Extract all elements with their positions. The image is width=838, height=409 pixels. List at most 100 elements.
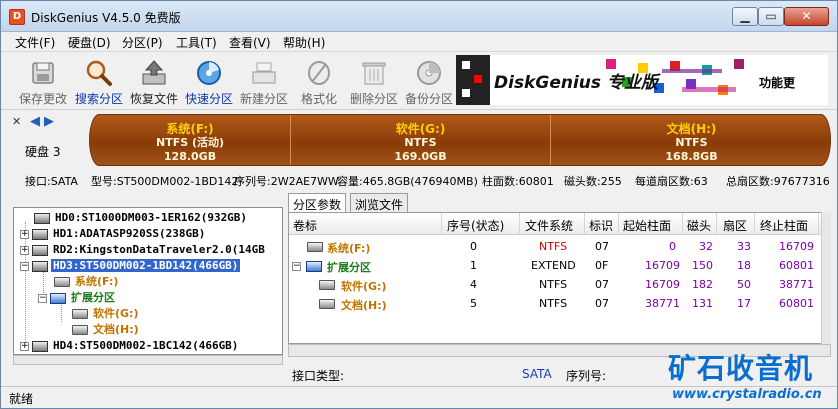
disk-total-sectors: 总扇区数:97677316 bbox=[726, 175, 830, 188]
row-fs: NTFS bbox=[539, 297, 568, 310]
segment-name: 软件(G:) bbox=[395, 122, 446, 136]
watermark-url: www.crystalradio.cn bbox=[672, 387, 822, 402]
hard-disk-icon bbox=[32, 340, 48, 352]
tree-partition-software[interactable]: 软件(G:) bbox=[72, 306, 140, 322]
row-fs: NTFS bbox=[539, 278, 568, 291]
row-sector: 33 bbox=[737, 240, 751, 253]
recover-files-button[interactable]: 恢复文件 bbox=[126, 55, 182, 107]
tab-partition-params[interactable]: 分区参数 bbox=[288, 193, 347, 213]
col-divider bbox=[618, 213, 619, 235]
partition-bar: 系统(F:) NTFS (活动) 128.0GB 软件(G:) NTFS 169… bbox=[89, 114, 831, 166]
row-id: 07 bbox=[595, 278, 609, 291]
tree-disk-rd2[interactable]: + RD2:KingstonDataTraveler2.0(14GB bbox=[20, 242, 267, 258]
segment-size: 169.0GB bbox=[394, 150, 447, 163]
partition-table: 卷标 序号(状态) 文件系统 标识 起始柱面 磁头 扇区 终止柱面 磁 系统(F… bbox=[288, 212, 831, 344]
tree-partition-docs[interactable]: 文档(H:) bbox=[72, 322, 141, 338]
interface-type-value: SATA bbox=[522, 367, 552, 381]
expand-icon[interactable]: + bbox=[20, 245, 29, 255]
menu-tools[interactable]: 工具(T) bbox=[176, 34, 217, 51]
col-divider bbox=[818, 213, 819, 235]
col-end-cylinder[interactable]: 终止柱面 bbox=[760, 217, 808, 234]
close-panel-icon[interactable]: ✕ bbox=[12, 115, 21, 128]
expand-icon[interactable]: + bbox=[20, 341, 29, 351]
save-changes-label: 保存更改 bbox=[18, 92, 67, 106]
col-sector[interactable]: 扇区 bbox=[723, 217, 747, 234]
minimize-button[interactable]: ▁ bbox=[732, 7, 758, 26]
next-disk-icon[interactable]: ▶ bbox=[44, 114, 54, 129]
col-divider bbox=[441, 213, 442, 235]
tree-disk-hd0[interactable]: HD0:ST1000DM003-1ER162(932GB) bbox=[34, 210, 249, 226]
table-vertical-scrollbar[interactable] bbox=[821, 212, 831, 344]
col-volume-label[interactable]: 卷标 bbox=[293, 217, 317, 234]
search-partition-button[interactable]: 搜索分区 bbox=[71, 55, 127, 107]
row-end-cyl: 60801 bbox=[779, 259, 814, 272]
menu-partition[interactable]: 分区(P) bbox=[122, 34, 163, 51]
segment-fs: NTFS bbox=[404, 136, 437, 149]
partition-icon bbox=[319, 297, 338, 310]
partition-segment-software[interactable]: 软件(G:) NTFS 169.0GB bbox=[291, 115, 550, 165]
table-row[interactable]: 文档(H:) 5 NTFS 07 38771 131 17 60801 bbox=[289, 294, 830, 313]
delete-partition-button[interactable]: 删除分区 bbox=[346, 55, 402, 107]
row-fs: NTFS bbox=[539, 240, 568, 253]
prev-disk-icon[interactable]: ◀ bbox=[30, 114, 40, 129]
tree-disk-hd4[interactable]: + HD4:ST500DM002-1BC142(466GB) bbox=[20, 338, 240, 354]
partition-icon bbox=[54, 277, 70, 287]
tree-extended-partition[interactable]: − 扩展分区 bbox=[38, 290, 117, 306]
table-row[interactable]: 系统(F:) 0 NTFS 07 0 32 33 16709 bbox=[289, 237, 830, 256]
col-id[interactable]: 标识 bbox=[589, 217, 613, 234]
backup-partition-button[interactable]: 备份分区 bbox=[401, 55, 457, 107]
tree-disk-hd1[interactable]: + HD1:ADATASP920SS(238GB) bbox=[20, 226, 207, 242]
maximize-button[interactable]: ▭ bbox=[758, 7, 784, 26]
save-icon bbox=[32, 62, 54, 84]
disk-capacity: 容量:465.8GB(476940MB) bbox=[337, 175, 478, 188]
quick-partition-button[interactable]: 快速分区 bbox=[181, 55, 237, 107]
col-head[interactable]: 磁头 bbox=[687, 217, 711, 234]
menu-file[interactable]: 文件(F) bbox=[15, 34, 55, 51]
tree-disk-label: HD0:ST1000DM003-1ER162(932GB) bbox=[55, 211, 248, 224]
promo-banner[interactable]: DiskGenius 专业版 功能更 bbox=[456, 55, 828, 105]
table-header: 卷标 序号(状态) 文件系统 标识 起始柱面 磁头 扇区 终止柱面 磁 bbox=[289, 213, 830, 235]
col-index-status[interactable]: 序号(状态) bbox=[447, 217, 504, 234]
table-row[interactable]: − 扩展分区 1 EXTEND 0F 16709 150 18 60801 bbox=[289, 256, 830, 275]
recover-icon bbox=[142, 60, 166, 85]
window-title: DiskGenius V4.5.0 免费版 bbox=[31, 11, 181, 25]
tree-horizontal-scrollbar[interactable] bbox=[13, 355, 283, 365]
menu-view[interactable]: 查看(V) bbox=[229, 34, 271, 51]
table-row[interactable]: 软件(G:) 4 NTFS 07 16709 182 50 38771 bbox=[289, 275, 830, 294]
collapse-icon[interactable]: − bbox=[20, 261, 29, 271]
hard-disk-icon bbox=[32, 260, 48, 272]
interface-serial-label: 序列号: bbox=[566, 369, 607, 383]
close-button[interactable]: ✕ bbox=[784, 7, 829, 26]
row-start-cyl: 16709 bbox=[645, 259, 680, 272]
menu-help[interactable]: 帮助(H) bbox=[283, 34, 325, 51]
collapse-icon[interactable]: − bbox=[38, 293, 47, 303]
col-divider bbox=[682, 213, 683, 235]
magnifier-icon bbox=[86, 60, 112, 86]
collapse-icon[interactable]: − bbox=[292, 259, 304, 272]
format-button[interactable]: 格式化 bbox=[291, 55, 347, 107]
col-start-cylinder[interactable]: 起始柱面 bbox=[623, 217, 671, 234]
col-filesystem[interactable]: 文件系统 bbox=[525, 217, 573, 234]
hard-disk-icon bbox=[32, 228, 48, 240]
new-partition-button[interactable]: 新建分区 bbox=[236, 55, 292, 107]
disk-sectors-per-track: 每道扇区数:63 bbox=[635, 175, 708, 188]
row-fs: EXTEND bbox=[531, 259, 576, 272]
tree-disk-label: HD4:ST500DM002-1BC142(466GB) bbox=[53, 339, 239, 352]
save-changes-button[interactable]: 保存更改 bbox=[15, 55, 71, 107]
tab-browse-files[interactable]: 浏览文件 bbox=[350, 193, 409, 212]
new-partition-icon bbox=[252, 62, 276, 84]
expand-icon[interactable]: + bbox=[20, 229, 29, 239]
tree-disk-label: RD2:KingstonDataTraveler2.0(14GB bbox=[53, 243, 265, 256]
partition-segment-system[interactable]: 系统(F:) NTFS (活动) 128.0GB bbox=[90, 115, 290, 165]
tree-disk-label: HD1:ADATASP920SS(238GB) bbox=[53, 227, 206, 240]
disk-map: ✕ ◀ ▶ 硬盘 3 系统(F:) NTFS (活动) 128.0GB 软件(G… bbox=[1, 109, 837, 189]
partition-segment-docs[interactable]: 文档(H:) NTFS 168.8GB bbox=[551, 115, 830, 165]
row-start-cyl: 16709 bbox=[645, 278, 680, 291]
menu-disk[interactable]: 硬盘(D) bbox=[68, 34, 111, 51]
title-bar[interactable]: D DiskGenius V4.5.0 免费版 ▁ ▭ ✕ bbox=[1, 1, 837, 32]
disk-interface: 接口:SATA bbox=[25, 175, 78, 188]
tree-partition-system[interactable]: 系统(F:) bbox=[54, 274, 120, 290]
backup-icon bbox=[417, 61, 441, 85]
row-index: 0 bbox=[470, 240, 477, 253]
tree-disk-hd3[interactable]: − HD3:ST500DM002-1BD142(466GB) bbox=[20, 258, 241, 274]
